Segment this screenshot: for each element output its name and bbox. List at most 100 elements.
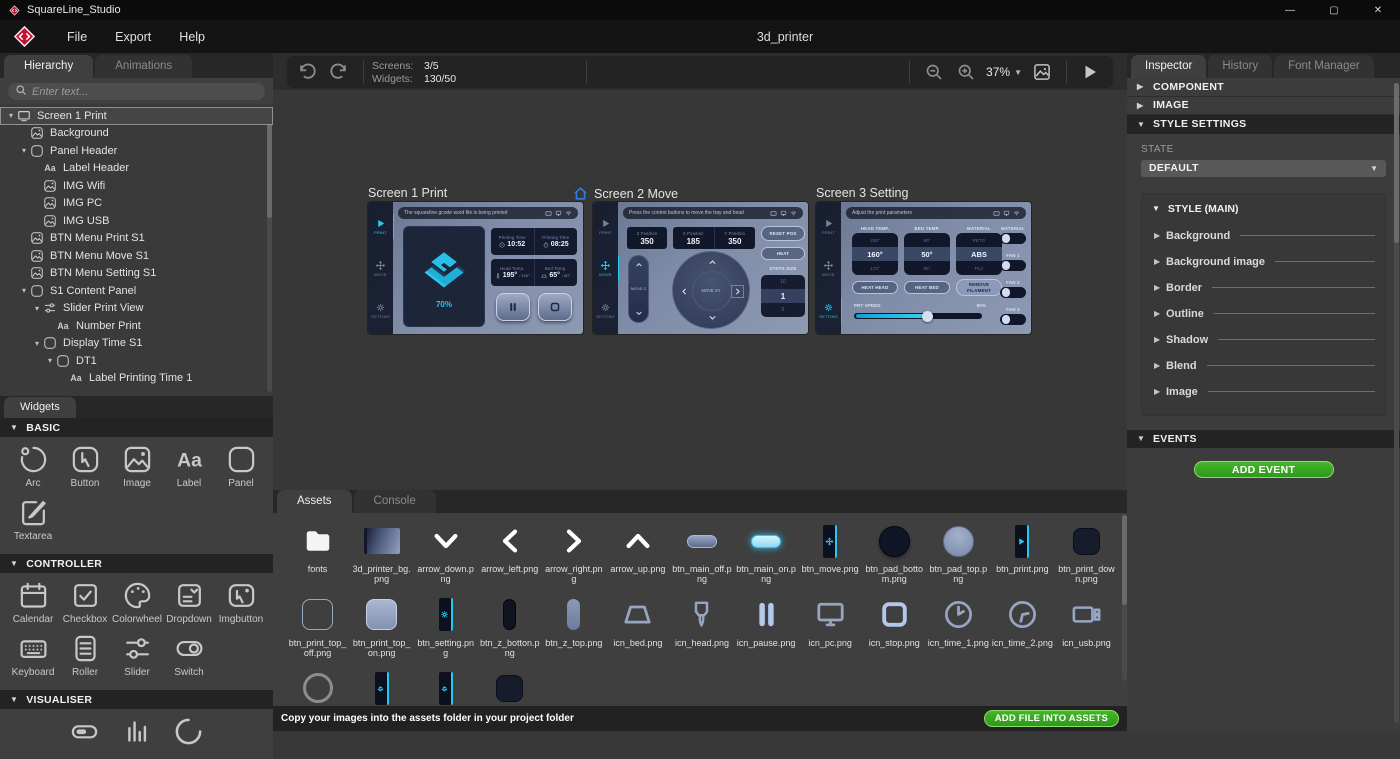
asset-btn-z-botton-png[interactable]: btn_z_botton.png <box>479 595 540 659</box>
widget-button[interactable]: Button <box>59 444 111 489</box>
asset-partial-4[interactable] <box>479 668 540 706</box>
widget-imgbutton[interactable]: Imgbutton <box>215 580 267 625</box>
style-main-header[interactable]: ▼STYLE (MAIN) <box>1152 203 1375 215</box>
asset-icn-stop-png[interactable]: icn_stop.png <box>864 595 925 659</box>
asset-arrow-down-png[interactable]: arrow_down.png <box>415 521 476 585</box>
asset-btn-print-top-on-png[interactable]: btn_print_top_on.png <box>351 595 412 659</box>
widget-bar[interactable] <box>59 716 111 747</box>
tree-item-background[interactable]: Background <box>0 125 273 143</box>
tree-item-img-usb[interactable]: IMG USB <box>0 212 273 230</box>
style-row-border[interactable]: ▶Border <box>1152 275 1375 301</box>
asset-icn-pc-png[interactable]: icn_pc.png <box>800 595 861 659</box>
style-row-blend[interactable]: ▶Blend <box>1152 353 1375 379</box>
fan1-switch[interactable] <box>1000 260 1026 271</box>
bed-temp-roller[interactable]: 90°50°55° <box>904 233 950 275</box>
head-temp-roller[interactable]: 230°160°170° <box>852 233 898 275</box>
temperature-panel[interactable]: Head Temp.195°/ 190° Bed Temp.65°/ 60° <box>491 259 577 286</box>
tab-animations[interactable]: Animations <box>95 55 192 78</box>
style-row-shadow[interactable]: ▶Shadow <box>1152 327 1375 353</box>
prt-speed-slider[interactable] <box>854 313 982 319</box>
widget-roller[interactable]: Roller <box>59 633 111 678</box>
widget-dropdown[interactable]: Dropdown <box>163 580 215 625</box>
asset-btn-main-on-png[interactable]: btn_main_on.png <box>736 521 797 585</box>
play-button[interactable] <box>1081 63 1099 81</box>
tree-item-img-pc[interactable]: IMG PC <box>0 195 273 213</box>
widget-colorwheel[interactable]: Colorwheel <box>111 580 163 625</box>
heat-button[interactable]: HEAT <box>761 247 805 260</box>
expand-arrow-icon[interactable]: ▾ <box>31 339 43 348</box>
add-event-button[interactable]: ADD EVENT <box>1194 461 1334 478</box>
asset-fonts[interactable]: fonts <box>287 521 348 585</box>
tree-item-label-header[interactable]: AaLabel Header <box>0 160 273 178</box>
design-canvas[interactable]: Screen 1 Print Screen 2 Move Screen 3 Se… <box>273 90 1127 490</box>
asset-icn-usb-png[interactable]: icn_usb.png <box>1056 595 1117 659</box>
asset-btn-move-png[interactable]: btn_move.png <box>800 521 861 585</box>
maximize-button[interactable]: ▢ <box>1312 0 1356 20</box>
material-roller[interactable]: PETGABSPLA <box>956 233 1002 275</box>
asset-icn-time-2-png[interactable]: icn_time_2.png <box>992 595 1053 659</box>
section-image[interactable]: ▶IMAGE <box>1127 97 1400 116</box>
tab-widgets[interactable]: Widgets <box>4 397 76 418</box>
style-row-image[interactable]: ▶Image <box>1152 379 1375 405</box>
asset-btn-print-png[interactable]: btn_print.png <box>992 521 1053 585</box>
pause-button[interactable] <box>496 293 530 321</box>
widget-image[interactable]: Image <box>111 444 163 489</box>
asset-icn-time-1-png[interactable]: icn_time_1.png <box>928 595 989 659</box>
widget-label[interactable]: AaLabel <box>163 444 215 489</box>
style-row-background[interactable]: ▶Background <box>1152 223 1375 249</box>
widget-arc[interactable]: Arc <box>7 444 59 489</box>
zoom-out-icon[interactable] <box>924 62 944 82</box>
z-position-box[interactable]: Z Position350 <box>627 227 667 249</box>
widget-keyboard[interactable]: Keyboard <box>7 633 59 678</box>
tab-font-manager[interactable]: Font Manager <box>1274 55 1374 78</box>
state-dropdown[interactable]: DEFAULT ▼ <box>1141 160 1386 177</box>
fan2-switch[interactable] <box>1000 287 1026 298</box>
search-input[interactable] <box>8 83 265 100</box>
reset-pos-button[interactable]: RESET POS <box>761 226 805 241</box>
asset-3d-printer-bg-png[interactable]: 3d_printer_bg.png <box>351 521 412 585</box>
stop-button[interactable] <box>538 293 572 321</box>
style-row-background-image[interactable]: ▶Background image <box>1152 249 1375 275</box>
section-style-settings[interactable]: ▼STYLE SETTINGS <box>1127 115 1400 134</box>
move-z-control[interactable]: MOVE Z <box>628 255 649 323</box>
asset-partial-3[interactable] <box>415 668 476 706</box>
asset-btn-pad-top-png[interactable]: btn_pad_top.png <box>928 521 989 585</box>
expand-arrow-icon[interactable]: ▾ <box>18 146 30 155</box>
fan3-switch[interactable] <box>1000 314 1026 325</box>
redo-icon[interactable] <box>329 62 349 82</box>
tab-inspector[interactable]: Inspector <box>1131 55 1206 78</box>
menu-file[interactable]: File <box>53 24 101 50</box>
xy-position-box[interactable]: X Position185 Y Position350 <box>673 227 755 249</box>
screen1-preview[interactable]: PRINT MOVE SETTING The squareline.gcode … <box>368 202 583 334</box>
tree-item-btn-menu-print-s1[interactable]: BTN Menu Print S1 <box>0 230 273 248</box>
expand-arrow-icon[interactable]: ▾ <box>31 304 43 313</box>
tree-item-img-wifi[interactable]: IMG Wifi <box>0 177 273 195</box>
inspector-scrollbar[interactable] <box>1394 83 1399 723</box>
asset-icn-head-png[interactable]: icn_head.png <box>671 595 732 659</box>
widget-chart[interactable] <box>111 716 163 747</box>
widget-section-visualiser[interactable]: ▼VISUALISER <box>0 690 273 709</box>
widget-switch[interactable]: Switch <box>163 633 215 678</box>
screen2-preview[interactable]: PRINT MOVE SETTING Press the control but… <box>593 202 808 334</box>
asset-btn-pad-bottom-png[interactable]: btn_pad_bottom.png <box>864 521 925 585</box>
steps-size-roller[interactable]: 10 1 5 <box>761 275 805 317</box>
widget-section-controller[interactable]: ▼CONTROLLER <box>0 554 273 573</box>
widget-checkbox[interactable]: Checkbox <box>59 580 111 625</box>
tree-item-panel-header[interactable]: ▾Panel Header <box>0 142 273 160</box>
style-row-outline[interactable]: ▶Outline <box>1152 301 1375 327</box>
undo-icon[interactable] <box>297 62 317 82</box>
material-switch[interactable] <box>1000 233 1026 244</box>
squareline-logo-icon[interactable] <box>12 24 37 49</box>
expand-arrow-icon[interactable]: ▾ <box>44 356 56 365</box>
tree-item-btn-menu-move-s1[interactable]: BTN Menu Move S1 <box>0 247 273 265</box>
menu-export[interactable]: Export <box>101 24 165 50</box>
asset-arrow-up-png[interactable]: arrow_up.png <box>607 521 668 585</box>
widget-section-basic[interactable]: ▼BASIC <box>0 418 273 437</box>
fit-view-icon[interactable] <box>1032 62 1052 82</box>
minimize-button[interactable]: — <box>1268 0 1312 20</box>
menu-help[interactable]: Help <box>165 24 219 50</box>
expand-arrow-icon[interactable]: ▾ <box>5 111 17 120</box>
widget-panel[interactable]: Panel <box>215 444 267 489</box>
screen3-preview[interactable]: PRINT MOVE SETTING Adjust the print para… <box>816 202 1031 334</box>
tree-item-s1-content-panel[interactable]: ▾S1 Content Panel <box>0 282 273 300</box>
